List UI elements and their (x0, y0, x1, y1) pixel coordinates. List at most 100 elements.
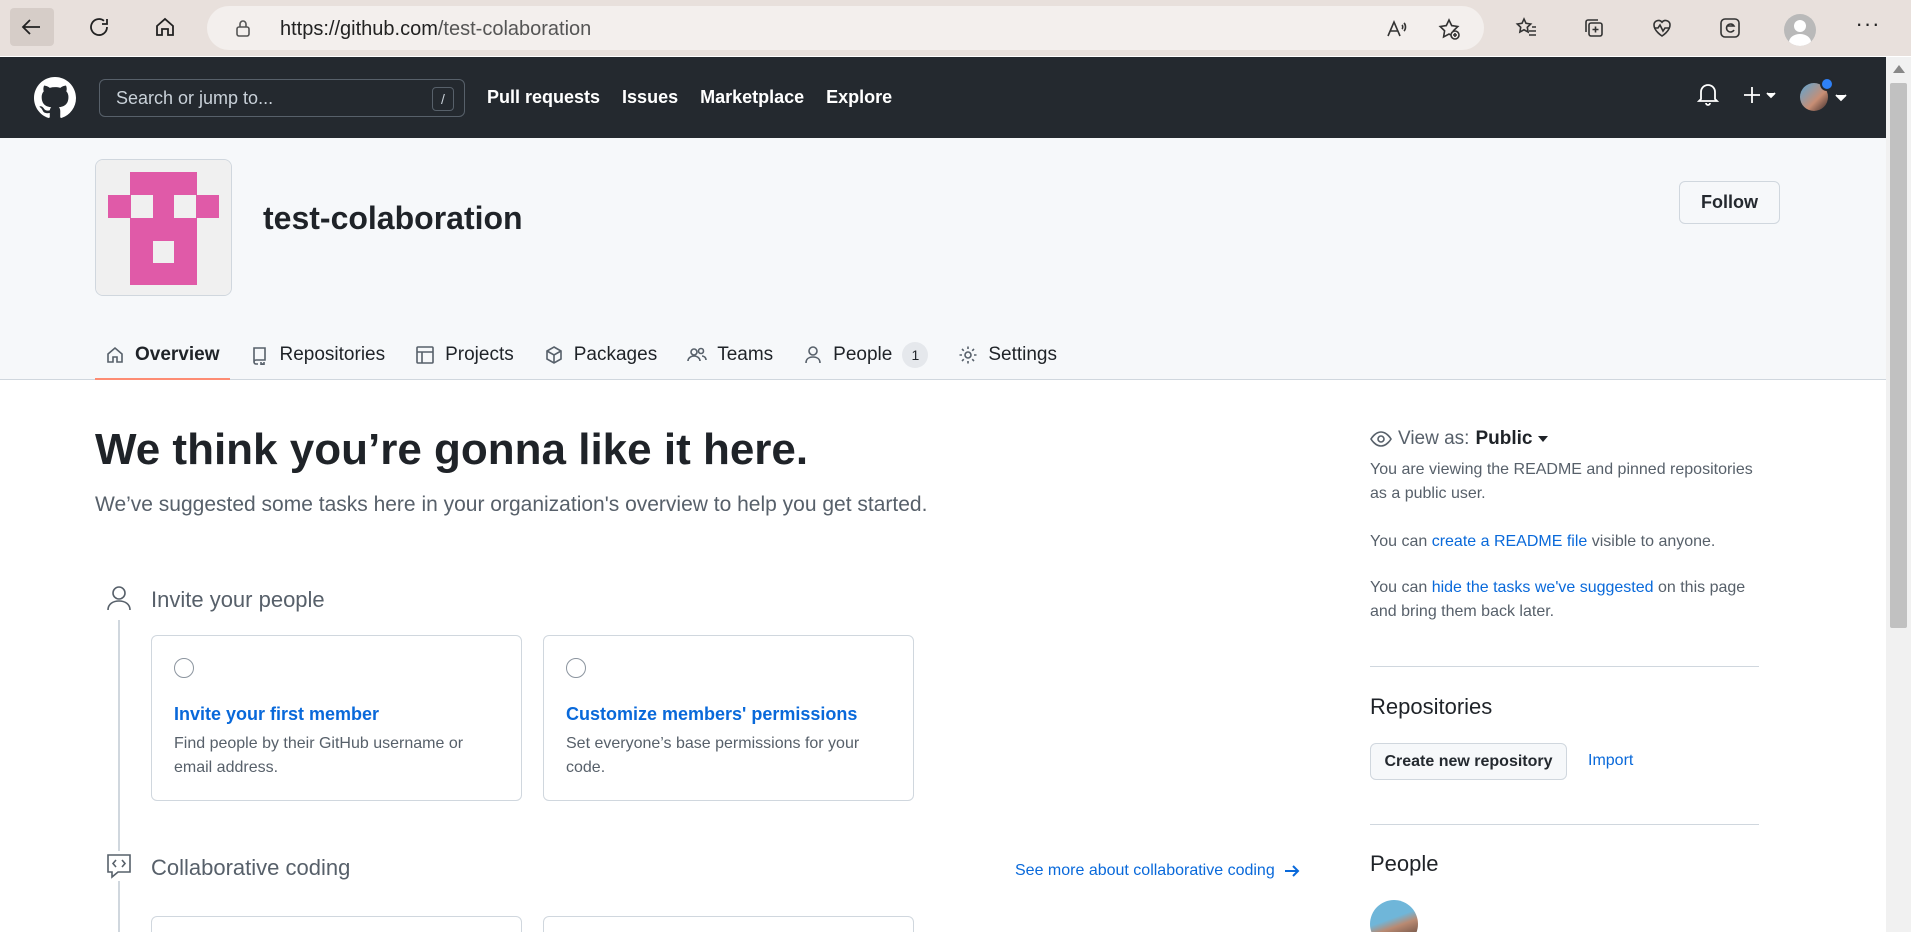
search-placeholder: Search or jump to... (116, 88, 274, 108)
org-header: test-colaboration Follow Overview Reposi… (0, 138, 1886, 380)
arrow-right-icon (1284, 865, 1300, 877)
github-nav: Pull requests Issues Marketplace Explore (487, 87, 914, 108)
read-aloud-icon (1387, 19, 1407, 37)
person-icon (104, 583, 134, 613)
home-icon (107, 346, 123, 363)
nav-explore[interactable]: Explore (826, 87, 892, 108)
refresh-button[interactable] (77, 8, 121, 46)
page-subtitle: We’ve suggested some tasks here in your … (95, 493, 928, 516)
page-scrollbar[interactable] (1886, 57, 1911, 932)
timeline-line (118, 620, 120, 932)
org-avatar (95, 159, 232, 296)
scroll-up-arrow-icon[interactable] (1893, 65, 1905, 73)
url-text: https://github.com/test-colaboration (280, 18, 592, 40)
divider (1370, 666, 1759, 667)
org-tabs: Overview Repositories Projects Packages … (95, 331, 1077, 380)
tab-projects[interactable]: Projects (405, 331, 524, 379)
task-description: Set everyone’s base permissions for your… (566, 735, 860, 776)
github-header: Search or jump to... / Pull requests Iss… (0, 57, 1886, 138)
create-readme-link[interactable]: create a README file (1432, 533, 1588, 550)
collections-icon (1585, 19, 1603, 37)
tab-repositories[interactable]: Repositories (240, 331, 396, 379)
section-title-invite: Invite your people (151, 587, 325, 612)
favorites-button[interactable] (1512, 14, 1540, 42)
nav-marketplace[interactable]: Marketplace (700, 87, 804, 108)
eye-icon (1370, 431, 1392, 447)
user-avatar (1800, 77, 1834, 111)
health-button[interactable] (1648, 14, 1676, 42)
read-aloud-button[interactable] (1384, 17, 1408, 41)
back-icon (21, 19, 40, 35)
section-title-collaborative: Collaborative coding (151, 855, 351, 880)
tab-settings[interactable]: Settings (948, 331, 1067, 379)
task-checkbox[interactable] (566, 658, 586, 678)
readme-hint: You can create a README file visible to … (1370, 533, 1716, 550)
tab-teams[interactable]: Teams (677, 331, 783, 379)
tab-packages[interactable]: Packages (534, 331, 667, 379)
collections-button[interactable] (1580, 14, 1608, 42)
back-button[interactable] (10, 8, 54, 46)
add-favorite-icon (1438, 18, 1460, 40)
caret-down-icon (1538, 436, 1549, 442)
task-card-customize-permissions[interactable]: Customize members' permissions Set every… (543, 635, 914, 801)
task-title-link[interactable]: Customize members' permissions (566, 704, 857, 725)
home-button[interactable] (143, 8, 187, 46)
repositories-heading: Repositories (1370, 694, 1493, 719)
create-new-repository-button[interactable]: Create new repository (1370, 743, 1567, 780)
profile-icon (1784, 14, 1816, 46)
task-checkbox[interactable] (174, 658, 194, 678)
repo-icon (252, 347, 266, 365)
search-input[interactable]: Search or jump to... / (99, 79, 465, 117)
address-bar[interactable]: https://github.com/test-colaboration (207, 6, 1484, 50)
plus-icon (1744, 87, 1776, 103)
org-identicon (96, 160, 231, 295)
edge-icon (1720, 18, 1740, 38)
hide-tasks-link[interactable]: hide the tasks we've suggested (1432, 579, 1654, 596)
status-dot (1820, 77, 1834, 91)
hide-tasks-hint: You can hide the tasks we've suggested o… (1370, 579, 1746, 620)
github-logo-icon[interactable] (34, 77, 76, 119)
org-name: test-colaboration (263, 200, 523, 236)
viewing-description: You are viewing the README and pinned re… (1370, 461, 1753, 502)
person-icon (805, 346, 821, 364)
view-as-dropdown[interactable]: View as: Public (1370, 428, 1549, 450)
chevron-down-icon (1835, 94, 1847, 102)
task-title-link[interactable]: Invite your first member (174, 704, 379, 725)
see-more-collaborative-link[interactable]: See more about collaborative coding (1015, 862, 1301, 880)
more-button[interactable]: ··· (1854, 10, 1882, 38)
favorites-icon (1515, 17, 1536, 36)
more-icon: ··· (1855, 11, 1881, 36)
people-count-badge: 1 (902, 342, 929, 368)
create-new-button[interactable] (1743, 85, 1779, 110)
profile-button[interactable] (1782, 12, 1818, 48)
nav-pull-requests[interactable]: Pull requests (487, 87, 600, 108)
browser-toolbar: https://github.com/test-colaboration ··· (0, 0, 1911, 56)
gear-icon (959, 346, 977, 364)
task-card-invite-member[interactable]: Invite your first member Find people by … (151, 635, 522, 801)
user-menu-button[interactable] (1800, 77, 1848, 111)
package-icon (545, 346, 562, 364)
tab-people[interactable]: People 1 (793, 331, 938, 379)
lock-icon (236, 20, 250, 37)
scroll-thumb[interactable] (1890, 83, 1907, 628)
refresh-icon (90, 18, 108, 36)
bell-icon (1696, 84, 1720, 106)
slash-shortcut-badge: / (432, 87, 454, 111)
edge-button[interactable] (1716, 14, 1744, 42)
people-icon (687, 347, 708, 362)
follow-button[interactable]: Follow (1679, 181, 1780, 224)
code-review-icon (104, 851, 134, 881)
add-favorite-button[interactable] (1437, 17, 1461, 41)
member-avatar[interactable] (1370, 900, 1418, 932)
people-heading: People (1370, 851, 1439, 876)
home-icon (156, 17, 174, 36)
task-card-partial[interactable] (543, 916, 914, 932)
import-link[interactable]: Import (1588, 752, 1633, 770)
health-icon (1653, 19, 1671, 37)
table-icon (416, 346, 434, 364)
task-card-partial[interactable] (151, 916, 522, 932)
page-title: We think you’re gonna like it here. (95, 425, 809, 474)
notifications-button[interactable] (1696, 81, 1720, 112)
nav-issues[interactable]: Issues (622, 87, 678, 108)
tab-overview[interactable]: Overview (95, 331, 230, 380)
